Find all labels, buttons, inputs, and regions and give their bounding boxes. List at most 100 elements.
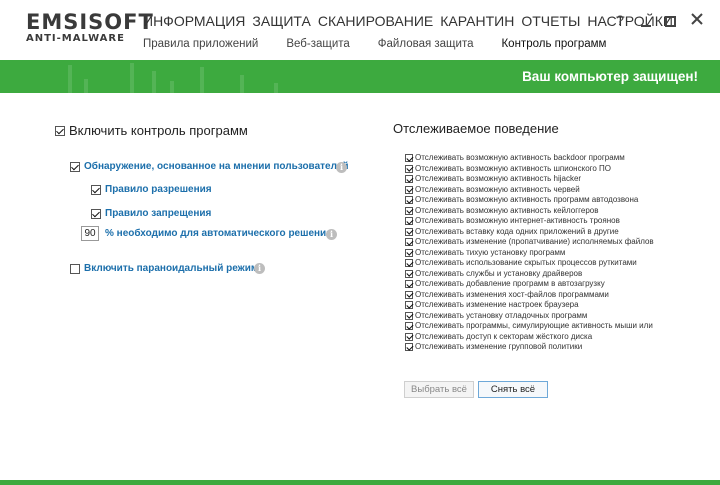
list-item[interactable]: Отслеживать возможную активность кейлогг… <box>405 206 654 217</box>
enable-behavior-blocker-row[interactable]: Включить контроль программ <box>55 123 248 138</box>
behavior-label: Отслеживать программы, симулирующие акти… <box>415 321 653 331</box>
allow-rule-row[interactable]: Правило разрешения <box>91 184 212 195</box>
window-controls: ? <box>613 12 704 28</box>
app-header: EMSISOFT ANTI-MALWARE ИНФОРМАЦИЯ ЗАЩИТА … <box>0 0 720 60</box>
behavior-label: Отслеживать тихую установку программ <box>415 247 566 257</box>
activity-graph <box>60 60 310 93</box>
list-item[interactable]: Отслеживать изменения хост-файлов програ… <box>405 290 654 301</box>
behavior-list: Отслеживать возможную активность backdoo… <box>405 153 654 353</box>
behavior-checkbox[interactable] <box>405 259 413 268</box>
list-item[interactable]: Отслеживать установку отладочных програм… <box>405 311 654 322</box>
tab-web-protection[interactable]: Веб-защита <box>286 38 349 50</box>
threshold-label: % необходимо для автоматического решения <box>105 228 333 239</box>
nav-scan[interactable]: СКАНИРОВАНИЕ <box>318 13 433 29</box>
list-item[interactable]: Отслеживать тихую установку программ <box>405 248 654 259</box>
tab-behavior-blocker[interactable]: Контроль программ <box>501 38 606 50</box>
deny-rule-checkbox[interactable] <box>91 208 101 219</box>
list-item[interactable]: Отслеживать возможную активность червей <box>405 185 654 196</box>
paranoid-mode-label[interactable]: Включить параноидальный режим <box>84 263 258 274</box>
behavior-label: Отслеживать установку отладочных програм… <box>415 310 588 320</box>
tab-app-rules[interactable]: Правила приложений <box>143 38 258 50</box>
paranoid-mode-checkbox[interactable] <box>70 263 80 274</box>
list-item[interactable]: Отслеживать программы, симулирующие акти… <box>405 321 654 332</box>
list-item[interactable]: Отслеживать изменение настроек браузера <box>405 300 654 311</box>
list-item[interactable]: Отслеживать службы и установку драйверов <box>405 269 654 280</box>
list-item[interactable]: Отслеживать возможную активность програм… <box>405 195 654 206</box>
behavior-checkbox[interactable] <box>405 248 413 257</box>
behavior-checkbox[interactable] <box>405 280 413 289</box>
help-icon[interactable]: ? <box>613 12 627 28</box>
list-item[interactable]: Отслеживать добавление программ в автоза… <box>405 279 654 290</box>
behavior-label: Отслеживать возможную активность кейлогг… <box>415 205 599 215</box>
community-detection-checkbox[interactable] <box>70 161 80 172</box>
list-item[interactable]: Отслеживать доступ к секторам жёсткого д… <box>405 332 654 343</box>
behavior-checkbox[interactable] <box>405 238 413 247</box>
logo-main-text: EMSISOFT <box>26 10 154 34</box>
main-nav: ИНФОРМАЦИЯ ЗАЩИТА СКАНИРОВАНИЕ КАРАНТИН … <box>143 13 680 29</box>
bottom-accent-bar <box>0 480 720 485</box>
deselect-all-button[interactable]: Снять всё <box>478 381 548 398</box>
protection-status: Ваш компьютер защищен! <box>522 69 698 84</box>
behavior-label: Отслеживать вставку кода одних приложени… <box>415 226 619 236</box>
behavior-label: Отслеживать возможную активность червей <box>415 184 580 194</box>
minimize-icon[interactable] <box>641 17 651 27</box>
list-item[interactable]: Отслеживать вставку кода одних приложени… <box>405 227 654 238</box>
behavior-label: Отслеживать добавление программ в автоза… <box>415 279 605 289</box>
info-icon[interactable]: i <box>326 229 337 240</box>
behavior-checkbox[interactable] <box>405 269 413 278</box>
close-icon[interactable] <box>690 12 704 28</box>
behavior-checkbox[interactable] <box>405 196 413 205</box>
enable-behavior-blocker-checkbox[interactable] <box>55 125 65 136</box>
list-item[interactable]: Отслеживать изменение групповой политики <box>405 342 654 353</box>
main-content: Включить контроль программ Обнаружение, … <box>0 93 720 480</box>
behavior-checkbox[interactable] <box>405 311 413 320</box>
behavior-checkbox[interactable] <box>405 343 413 352</box>
deny-rule-label[interactable]: Правило запрещения <box>105 208 211 219</box>
select-all-button[interactable]: Выбрать всё <box>404 381 474 398</box>
community-detection-row[interactable]: Обнаружение, основанное на мнении пользо… <box>70 161 349 172</box>
behavior-checkbox[interactable] <box>405 175 413 184</box>
monitored-behavior-title: Отслеживаемое поведение <box>393 121 559 136</box>
behavior-checkbox[interactable] <box>405 185 413 194</box>
list-item[interactable]: Отслеживать возможную активность шпионск… <box>405 164 654 175</box>
behavior-checkbox[interactable] <box>405 290 413 299</box>
threshold-input[interactable]: 90 <box>81 226 99 241</box>
enable-behavior-blocker-label: Включить контроль программ <box>69 123 248 138</box>
info-icon[interactable]: i <box>254 263 265 274</box>
behavior-checkbox[interactable] <box>405 322 413 331</box>
list-item[interactable]: Отслеживать изменение (пропатчивание) ис… <box>405 237 654 248</box>
info-icon[interactable]: i <box>336 162 347 173</box>
list-item[interactable]: Отслеживать возможную активность backdoo… <box>405 153 654 164</box>
behavior-label: Отслеживать возможную активность програм… <box>415 195 639 205</box>
behavior-checkbox[interactable] <box>405 164 413 173</box>
behavior-checkbox[interactable] <box>405 154 413 163</box>
list-item[interactable]: Отслеживать возможную активность hijacke… <box>405 174 654 185</box>
logo-sub-text: ANTI-MALWARE <box>26 33 125 44</box>
behavior-label: Отслеживать возможную активность шпионск… <box>415 163 612 173</box>
status-bar: Ваш компьютер защищен! <box>0 60 720 93</box>
behavior-label: Отслеживать возможную активность backdoo… <box>415 153 625 163</box>
nav-protection[interactable]: ЗАЩИТА <box>252 13 310 29</box>
allow-rule-checkbox[interactable] <box>91 184 101 195</box>
behavior-label: Отслеживать возможную активность hijacke… <box>415 174 582 184</box>
nav-info[interactable]: ИНФОРМАЦИЯ <box>143 13 245 29</box>
allow-rule-label[interactable]: Правило разрешения <box>105 184 212 195</box>
behavior-checkbox[interactable] <box>405 227 413 236</box>
behavior-label: Отслеживать доступ к секторам жёсткого д… <box>415 331 593 341</box>
behavior-checkbox[interactable] <box>405 206 413 215</box>
list-item[interactable]: Отслеживать использование скрытых процес… <box>405 258 654 269</box>
threshold-row: 90 % необходимо для автоматического реше… <box>81 226 332 241</box>
tab-file-guard[interactable]: Файловая защита <box>378 38 474 50</box>
nav-quarantine[interactable]: КАРАНТИН <box>440 13 514 29</box>
sub-nav: Правила приложений Веб-защита Файловая з… <box>143 38 634 50</box>
behavior-checkbox[interactable] <box>405 301 413 310</box>
behavior-checkbox[interactable] <box>405 217 413 226</box>
behavior-checkbox[interactable] <box>405 332 413 341</box>
list-item[interactable]: Отслеживать возможную интернет-активност… <box>405 216 654 227</box>
behavior-label: Отслеживать изменение групповой политики <box>415 342 583 352</box>
deny-rule-row[interactable]: Правило запрещения <box>91 208 211 219</box>
maximize-icon[interactable] <box>665 15 676 27</box>
paranoid-mode-row[interactable]: Включить параноидальный режим <box>70 263 258 274</box>
community-detection-label[interactable]: Обнаружение, основанное на мнении пользо… <box>84 161 349 172</box>
nav-reports[interactable]: ОТЧЕТЫ <box>521 13 580 29</box>
